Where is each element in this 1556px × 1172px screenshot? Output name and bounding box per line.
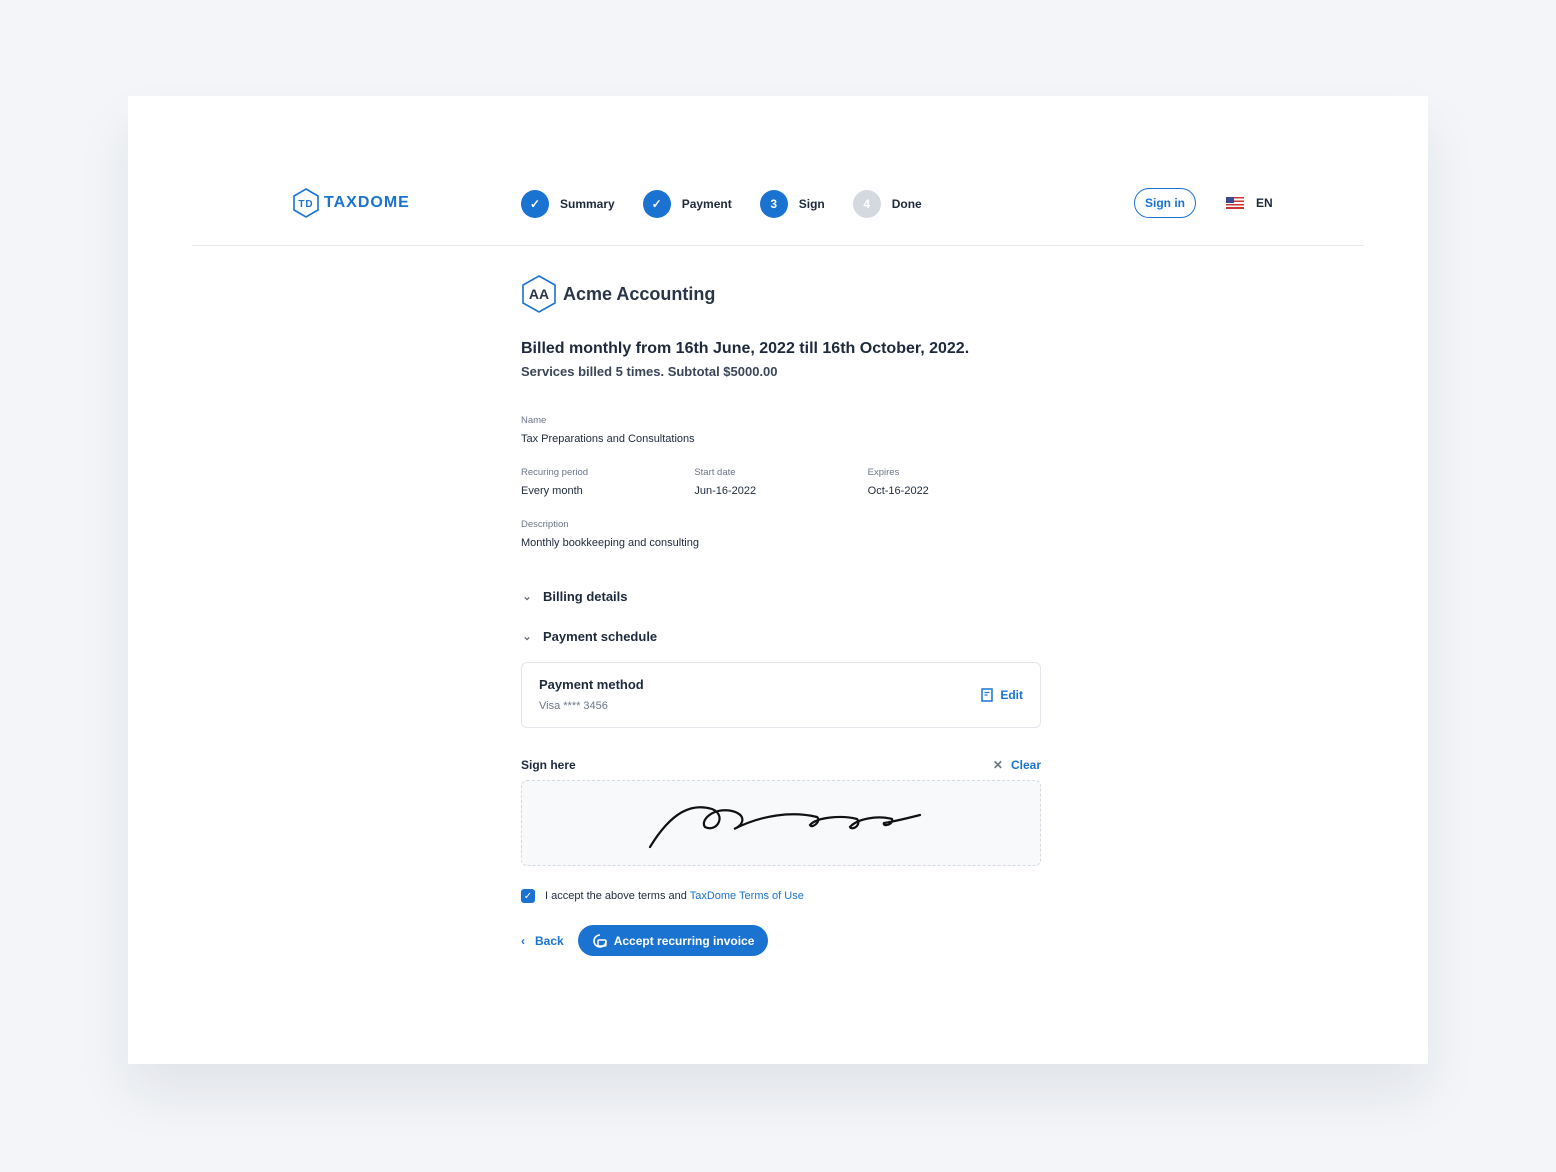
fields-row: Recuring period Every month Start date Jun… — [521, 467, 1041, 497]
payment-method-title: Payment method — [539, 677, 644, 692]
sign-label: Sign here — [521, 758, 576, 772]
step-number: 3 — [759, 190, 788, 218]
label: Expires — [867, 467, 900, 478]
us-flag-icon — [1226, 197, 1244, 209]
stepper: ✓ Summary ✓ Payment 3 Sign 4 Done — [521, 190, 950, 218]
terms-label: I accept the above terms and — [545, 890, 690, 902]
card: TD TAXDOME ✓ Summary ✓ Payment 3 Sign 4 Done… — [128, 96, 1428, 1064]
logo-hex-icon: TD — [293, 188, 319, 218]
terms-link[interactable]: TaxDome Terms of Use — [690, 890, 804, 902]
close-icon: ✕ — [992, 758, 1003, 772]
language-label: EN — [1256, 196, 1273, 210]
billing-details-toggle[interactable]: ⌄ Billing details — [521, 589, 1041, 604]
edit-button[interactable]: Edit — [981, 688, 1023, 702]
value: Every month — [521, 485, 583, 497]
step-number: 4 — [852, 190, 881, 218]
invoice-title: Billed monthly from 16th June, 2022 till… — [521, 340, 970, 357]
clear-label: Clear — [1010, 758, 1041, 772]
field-name: Name Tax Preparations and Consultations — [521, 415, 1041, 445]
value: Monthly bookkeeping and consulting — [521, 537, 699, 549]
clear-button[interactable]: ✕ Clear — [993, 758, 1041, 772]
actions: ‹ Back Accept recurring invoice — [521, 925, 1041, 956]
terms-text: I accept the above terms and TaxDome Ter… — [545, 890, 804, 902]
accept-recurring-invoice-button[interactable]: Accept recurring invoice — [577, 925, 769, 956]
signature-drawing — [648, 806, 922, 849]
terms-row: ✓ I accept the above terms and TaxDome T… — [521, 889, 1041, 903]
step-payment: ✓ Payment — [642, 190, 732, 218]
svg-text:TD: TD — [298, 199, 313, 210]
org-name: Acme Accounting — [563, 283, 716, 304]
accept-label: Accept recurring invoice — [613, 933, 755, 948]
label: Name — [521, 415, 547, 426]
edit-icon — [981, 688, 994, 702]
back-label: Back — [535, 933, 564, 948]
invoice-subtitle: Services billed 5 times. Subtotal $5000.… — [521, 364, 778, 379]
chevron-down-icon: ⌄ — [522, 591, 532, 603]
language-selector[interactable]: EN — [1226, 196, 1273, 210]
recurring-invoice-icon — [592, 933, 607, 948]
step-done: 4 Done — [852, 190, 922, 218]
section-label: Billing details — [543, 589, 628, 604]
step-summary: ✓ Summary — [521, 190, 615, 218]
chevron-left-icon: ‹ — [521, 933, 525, 948]
check-icon: ✓ — [642, 190, 671, 218]
payment-method-value: Visa **** 3456 — [539, 700, 608, 712]
terms-checkbox[interactable]: ✓ — [521, 889, 535, 903]
org-hex-icon: AA — [522, 275, 556, 313]
chevron-down-icon: ⌄ — [522, 631, 532, 643]
payment-method-card: Payment method Visa **** 3456 Edit — [521, 662, 1041, 728]
label: Recuring period — [521, 467, 589, 478]
step-label: Summary — [560, 197, 615, 211]
payment-schedule-toggle[interactable]: ⌄ Payment schedule — [521, 629, 1041, 644]
back-button[interactable]: ‹ Back — [521, 934, 564, 948]
org: AA Acme Accounting — [521, 274, 1041, 314]
step-sign: 3 Sign — [759, 190, 825, 218]
signature-pad[interactable] — [521, 780, 1041, 866]
sign-header: Sign here ✕ Clear — [521, 758, 1041, 772]
value: Oct-16-2022 — [867, 485, 929, 497]
svg-text:AA: AA — [529, 286, 549, 302]
sign-in-button[interactable]: Sign in — [1134, 188, 1196, 218]
step-label: Payment — [681, 197, 732, 211]
value: Jun-16-2022 — [694, 485, 757, 497]
check-icon: ✓ — [521, 190, 549, 218]
label: Start date — [694, 467, 736, 478]
step-label: Sign — [798, 197, 825, 211]
label: Description — [521, 519, 569, 530]
step-label: Done — [891, 197, 922, 211]
edit-label: Edit — [1000, 688, 1023, 702]
value: Tax Preparations and Consultations — [521, 433, 695, 445]
logo: TD TAXDOME — [292, 187, 410, 219]
header: TD TAXDOME ✓ Summary ✓ Payment 3 Sign 4 Done… — [192, 96, 1364, 246]
field-description: Description Monthly bookkeeping and consu… — [521, 519, 1041, 549]
section-label: Payment schedule — [543, 629, 658, 644]
main: AA Acme Accounting Billed monthly from 1… — [521, 274, 1041, 956]
brand-name: TAXDOME — [324, 194, 410, 211]
